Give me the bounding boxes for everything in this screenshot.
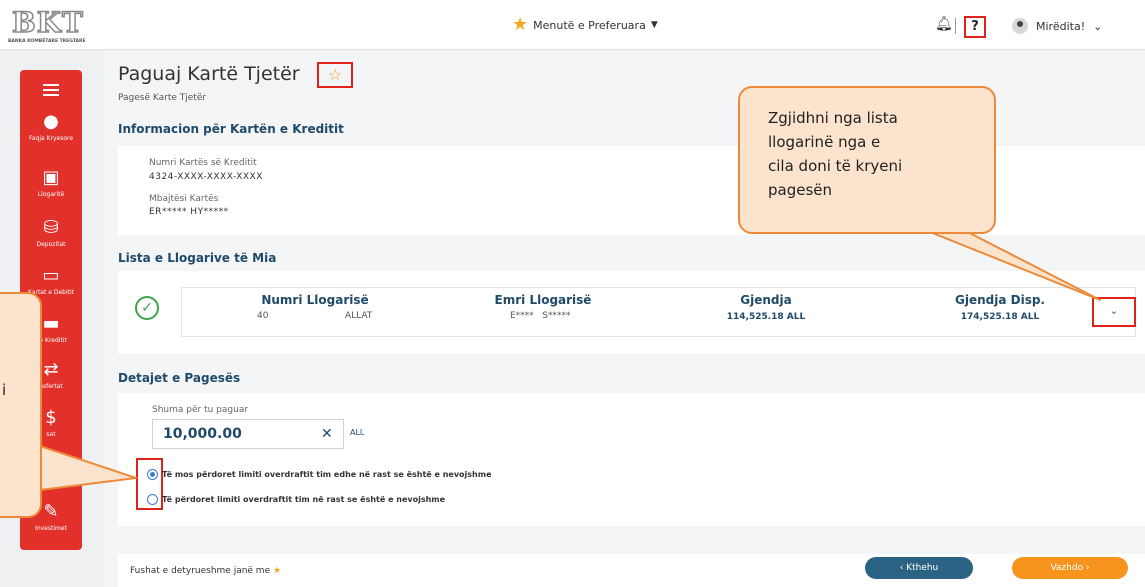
- callout-line: cila doni të kryeni: [768, 157, 903, 175]
- callout-line: Zgjidhni nga lista: [768, 109, 898, 127]
- callout-line: pagesën: [768, 181, 833, 199]
- callout-fragment: i: [2, 381, 7, 399]
- instruction-callout-left: i: [0, 292, 42, 518]
- instruction-callout-right: Zgjidhni nga lista llogarinë nga e cila …: [738, 86, 996, 234]
- right-callout-tail: [919, 227, 1101, 301]
- callout-line: llogarinë nga e: [768, 133, 881, 151]
- left-callout-tail: [39, 445, 137, 491]
